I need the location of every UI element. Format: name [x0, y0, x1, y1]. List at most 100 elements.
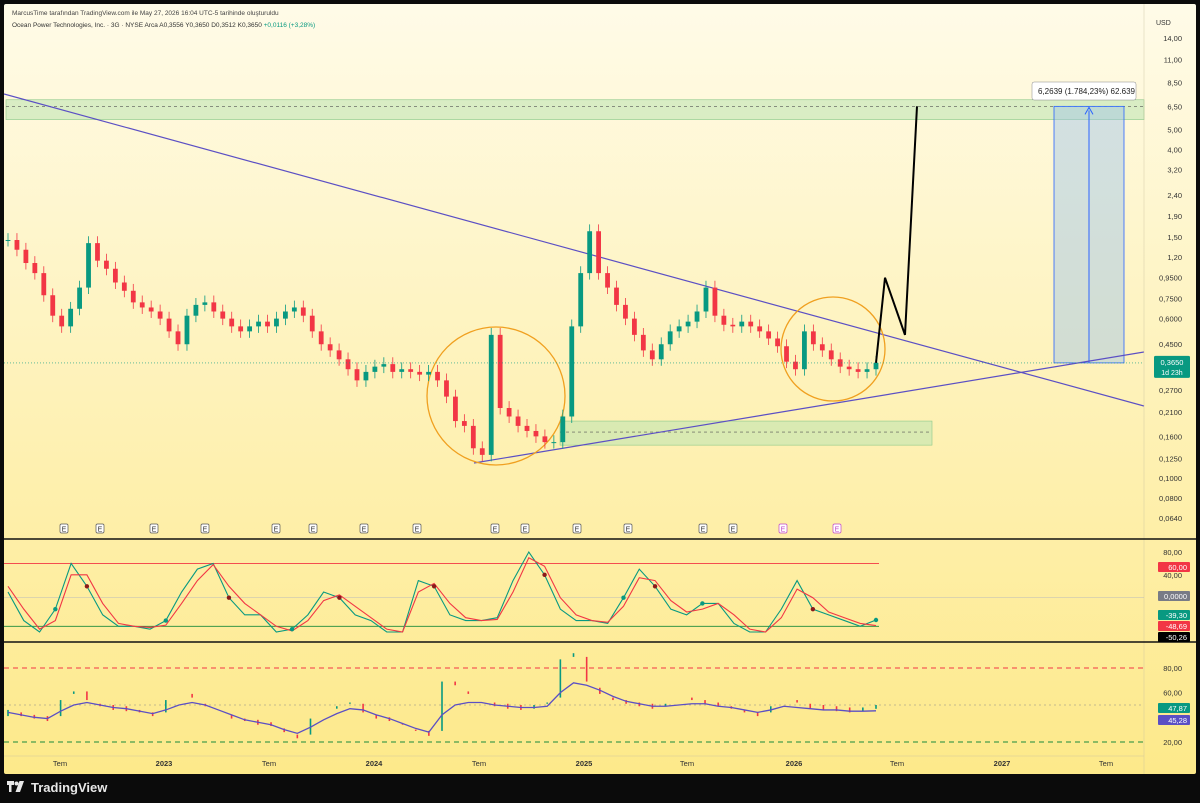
earnings-marker[interactable]: E: [149, 523, 159, 534]
candle-body: [417, 371, 423, 375]
earnings-marker[interactable]: E: [698, 523, 708, 534]
price-tick-label: 1,20: [1167, 253, 1182, 262]
candle-body: [390, 364, 396, 372]
currency-label: USD: [1156, 20, 1171, 27]
symbol-info: Ocean Power Technologies, Inc. · 3G · NY…: [12, 22, 315, 29]
measure-label: 6,2639 (1.784,23%) 62.639: [1031, 81, 1137, 101]
candle-body: [739, 321, 745, 327]
earnings-marker-label: E: [362, 527, 367, 534]
candle-body: [864, 369, 870, 372]
price-tick-label: 1,90: [1167, 212, 1182, 221]
time-tick-label: Tem: [680, 759, 694, 768]
candle-body: [247, 326, 253, 332]
crossover-dot: [84, 584, 90, 589]
candle-body: [551, 442, 557, 444]
candle-body: [828, 350, 834, 360]
price-tick-label: 0,7500: [1159, 295, 1182, 304]
candle-body: [533, 430, 539, 437]
earnings-marker[interactable]: E: [308, 523, 318, 534]
candle-body: [676, 326, 682, 332]
osc-value-badge: 60,00: [1158, 562, 1190, 572]
candle-body: [775, 338, 780, 347]
chart-svg[interactable]: 6,2639 (1.784,23%) 62.639 E E E E E E E E E E E E E E E…: [4, 4, 1196, 774]
crossover-dot: [289, 626, 295, 632]
time-tick-label: Tem: [53, 759, 67, 768]
candle-body: [256, 321, 261, 327]
price-tick-label: 0,0800: [1159, 494, 1182, 503]
earnings-marker[interactable]: E: [271, 523, 281, 534]
symbol-name: Ocean Power Technologies, Inc. · 3G · NY…: [12, 22, 158, 29]
price-candle[interactable]: [569, 319, 575, 423]
candle-body: [283, 311, 288, 319]
price-candle[interactable]: [587, 224, 593, 280]
candle-body: [623, 304, 628, 319]
chart-area: 6,2639 (1.784,23%) 62.639 E E E E E E E E E E E E E E E…: [4, 4, 1196, 774]
candle-body: [488, 334, 494, 455]
earnings-marker[interactable]: E: [95, 523, 105, 534]
earnings-marker-label: E: [274, 527, 279, 534]
screenshot-frame: 6,2639 (1.784,23%) 62.639 E E E E E E E E E E E E E E E…: [0, 0, 1200, 803]
price-tick-label: 0,9500: [1159, 274, 1182, 283]
earnings-marker[interactable]: E: [572, 523, 582, 534]
earnings-marker-label: E: [152, 527, 157, 534]
footer-bar: TradingView: [0, 774, 1200, 803]
osc-value-badge: -50,26: [1158, 632, 1190, 642]
crossover-dot: [652, 584, 658, 589]
price-candle[interactable]: [497, 328, 503, 415]
candle-body: [730, 324, 736, 327]
rsi-value-badge-text: 47,87: [1168, 704, 1187, 713]
candle-body: [220, 311, 226, 319]
candle-body: [193, 304, 199, 316]
candle-body: [694, 311, 700, 322]
time-tick-label: 2027: [994, 759, 1011, 768]
candle-body: [784, 346, 789, 362]
candle-body: [453, 396, 458, 422]
price-candle[interactable]: [596, 224, 601, 280]
price-tick-label: 0,1600: [1159, 432, 1182, 441]
candle-body: [309, 315, 315, 332]
earnings-marker[interactable]: E: [520, 523, 530, 534]
candle-body: [605, 273, 610, 288]
candle-body: [104, 260, 109, 269]
earnings-marker[interactable]: E: [412, 523, 422, 534]
candle-body: [479, 448, 485, 455]
price-tick-label: 0,4500: [1159, 340, 1182, 349]
candle-body: [274, 318, 279, 327]
time-tick-label: 2024: [366, 759, 384, 768]
earnings-marker[interactable]: E: [59, 523, 69, 534]
chart-attribution: MarcusTime tarafından TradingView.com il…: [12, 10, 279, 17]
price-candle[interactable]: [86, 236, 91, 295]
candle-body: [130, 290, 136, 303]
rsi-tick-label: 20,00: [1163, 738, 1182, 747]
candle-body: [640, 334, 646, 351]
rsi-tick-label: 60,00: [1163, 689, 1182, 698]
crossover-dot: [53, 606, 58, 612]
candle-body: [426, 371, 431, 375]
measure-label-text: 6,2639 (1.784,23%) 62.639: [1038, 87, 1136, 96]
price-candle[interactable]: [578, 266, 584, 333]
earnings-marker[interactable]: E: [359, 523, 369, 534]
candle-body: [524, 425, 530, 431]
candle-body: [166, 318, 172, 332]
earnings-marker[interactable]: E: [623, 523, 633, 534]
price-tick-label: 0,1000: [1159, 474, 1182, 483]
price-candle[interactable]: [488, 328, 494, 462]
time-tick-label: Tem: [262, 759, 276, 768]
earnings-marker[interactable]: E: [490, 523, 500, 534]
candle-body: [649, 350, 655, 360]
price-candle[interactable]: [802, 324, 807, 376]
earnings-marker[interactable]: E: [832, 523, 842, 534]
earnings-marker-label: E: [62, 527, 67, 534]
candle-body: [229, 318, 235, 327]
tradingview-logo[interactable]: TradingView: [6, 780, 107, 795]
earnings-marker-label: E: [835, 527, 840, 534]
candle-body: [810, 331, 816, 345]
candle-body: [157, 311, 163, 319]
candle-body: [41, 273, 47, 296]
earnings-marker[interactable]: E: [200, 523, 210, 534]
candle-body: [238, 326, 244, 332]
earnings-marker-label: E: [781, 527, 786, 534]
earnings-marker[interactable]: E: [778, 523, 788, 534]
time-tick-label: Tem: [472, 759, 486, 768]
earnings-marker[interactable]: E: [728, 523, 738, 534]
